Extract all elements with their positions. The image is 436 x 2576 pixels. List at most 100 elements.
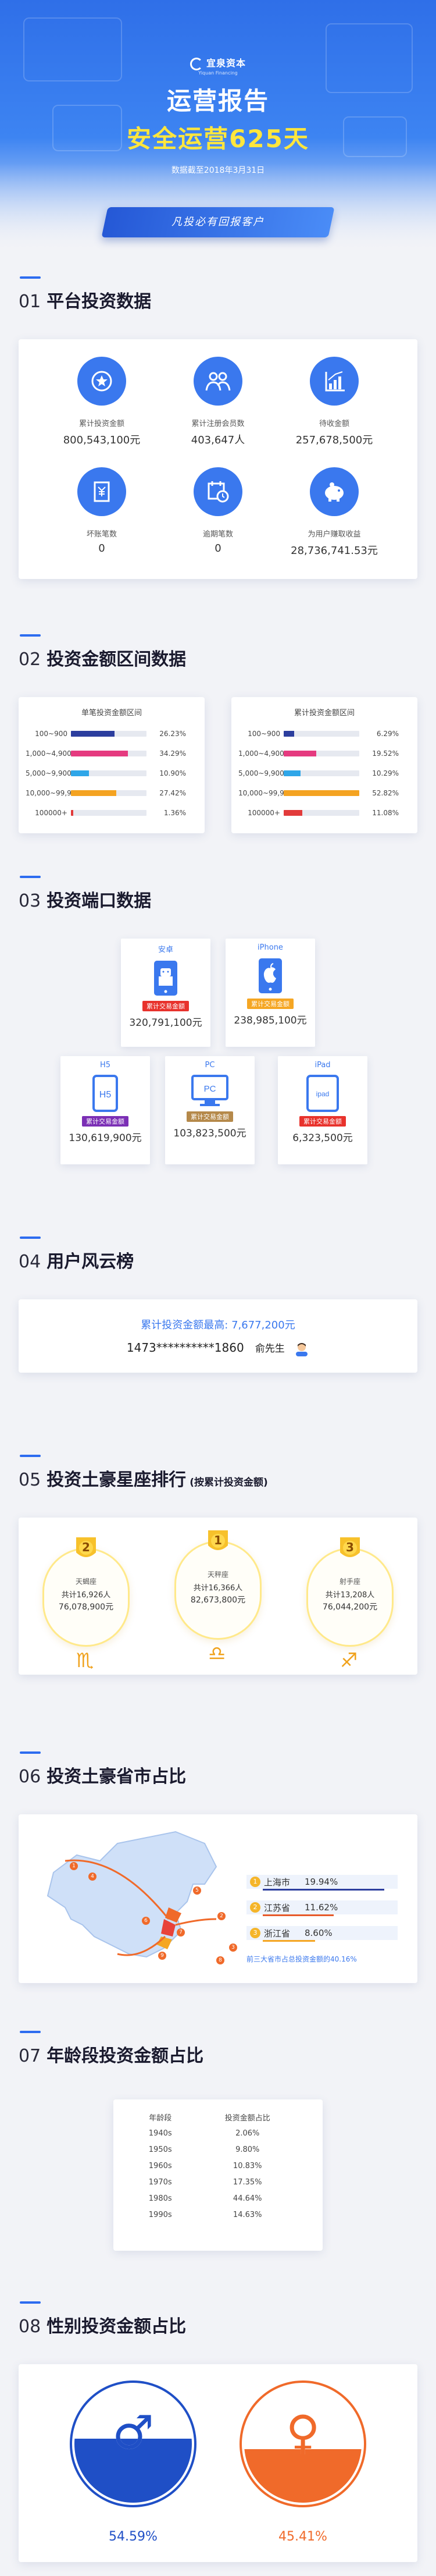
iphone-icon [226, 957, 315, 995]
range-label: 1,000~4,900 [26, 749, 72, 758]
age-table: 年龄段 投资金额占比 1940s 2.06% 1950s 9.80% 1960s 10.83… [131, 2109, 305, 2223]
map-marker: 2 [217, 1912, 226, 1920]
province-bar [263, 1889, 384, 1891]
rank-number: 3 [346, 1540, 354, 1554]
section-subtitle: (按累计投资金额) [190, 1477, 268, 1488]
range-bar-fill [284, 751, 316, 756]
section-title: 01 平台投资数据 [19, 287, 151, 312]
device-card: H5 H5 累计交易金额 130,619,900元 [60, 1056, 150, 1164]
ipad-icon: ipad [278, 1074, 367, 1113]
range-row: 100~900 6.29% [238, 727, 399, 740]
table-row: 1950s 9.80% [131, 2141, 305, 2158]
section-title-text: 性别投资金额占比 [47, 2316, 187, 2337]
female-gauge: ♀ [242, 2383, 364, 2505]
male-pct: 54.59% [109, 2529, 158, 2544]
age-cell: 1960s [148, 2161, 172, 2170]
rank-medal-icon: 3 [337, 1535, 363, 1564]
zodiac-count: 共计16,926人 [61, 1591, 111, 1600]
province-pct: 8.60% [305, 1928, 333, 1938]
map-marker: 3 [229, 1943, 237, 1952]
range-row: 100000+ 1.36% [26, 806, 186, 819]
device-name: H5 [99, 1061, 111, 1070]
zodiac-name: 天蝎座 [75, 1577, 97, 1586]
report-title: 运营报告 [166, 87, 269, 115]
cumulative-range-card: 累计投资金额区间 100~900 6.29% 1,000~4,900 19.52% 5,… [231, 697, 417, 833]
range-card-title: 累计投资金额区间 [294, 709, 355, 717]
stat-label: 坏账笔数 [86, 530, 117, 539]
range-row: 100000+ 11.08% [238, 806, 399, 819]
rank-number: 2 [82, 1540, 90, 1554]
section-title: 07 年龄段投资金额占比 [19, 2041, 203, 2067]
section-title-text: 投资端口数据 [47, 891, 152, 911]
section-number: 05 [19, 1470, 41, 1490]
section-tick [20, 1751, 41, 1754]
range-bar-fill [284, 731, 294, 737]
table-row: 1960s 10.83% [131, 2158, 305, 2174]
range-bar-fill [284, 790, 359, 796]
range-label: 5,000~9,900 [26, 769, 72, 777]
range-pct: 10.90% [159, 769, 186, 777]
rank-medal-icon: 2 [73, 1535, 99, 1564]
stat-item: 累计投资金额 800,543,100元 [44, 417, 160, 447]
age-table-header: 年龄段 投资金额占比 [131, 2109, 305, 2125]
range-bar-track [71, 790, 146, 796]
zodiac-symbol-icon: ♏ [76, 1649, 94, 1672]
range-bar-track [284, 770, 359, 776]
province-card: 123456789 1 上海市 19.94% 2 江苏省 11.62% 3 浙江省 8.60% … [19, 1814, 417, 1983]
section-title-text: 用户风云榜 [47, 1252, 134, 1272]
age-cell: 1970s [148, 2177, 172, 2187]
device-card: PC PC 累计交易金额 103,823,500元 [165, 1056, 255, 1164]
section-tick [20, 876, 41, 878]
report-header: 宜泉资本 Yiquan Financing 运营报告 安全运营625天 数据截至… [0, 0, 436, 250]
age-cell: 1980s [148, 2194, 172, 2203]
share-cell: 2.06% [235, 2129, 260, 2138]
stat-value: 0 [98, 542, 105, 555]
section-number: 08 [19, 2316, 41, 2337]
section-tick [20, 276, 41, 279]
share-col-header: 投资金额占比 [224, 2113, 270, 2123]
map-marker: 7 [177, 1928, 185, 1937]
map-marker: 1 [70, 1862, 78, 1870]
document-yen-icon [77, 467, 126, 516]
section-number: 03 [19, 891, 41, 911]
section-title: 05 投资土豪星座排行 (按累计投资金额) [19, 1465, 268, 1491]
zodiac-count: 共计16,366人 [193, 1584, 243, 1593]
top-user-card: 累计投资金额最高: 7,677,200元 1473**********1860 … [19, 1299, 417, 1373]
range-label: 100000+ [248, 809, 280, 817]
stat-label: 逾期笔数 [202, 530, 233, 539]
stat-value: 0 [215, 542, 221, 555]
section-tick [20, 2031, 41, 2033]
zodiac-card: 天蝎座 共计16,926人 76,078,900元 2 ♏ 天秤座 共计16,366人 82,… [19, 1518, 417, 1675]
range-bar-track [71, 810, 146, 816]
range-bar-track [71, 751, 146, 756]
range-pct: 52.82% [372, 789, 399, 797]
top-user-phone: 1473**********1860 [126, 1341, 244, 1355]
growth-chart-icon [310, 357, 359, 406]
stat-item: 待收金额 257,678,500元 [276, 417, 392, 447]
rank-number: 1 [214, 1533, 222, 1547]
section-title: 03 投资端口数据 [19, 886, 151, 912]
share-cell: 44.64% [233, 2194, 262, 2203]
range-row: 5,000~9,900 10.90% [26, 767, 186, 780]
province-name: 上海市 [264, 1877, 291, 1888]
stat-label: 累计投资金额 [78, 420, 124, 428]
device-pill: 累计交易金额 [82, 1116, 128, 1127]
range-bar-track [71, 770, 146, 776]
section-title: 04 用户风云榜 [19, 1247, 134, 1273]
device-pill: 累计交易金额 [142, 1001, 189, 1011]
range-row: 1,000~4,900 34.29% [26, 747, 186, 760]
zodiac-name: 射手座 [339, 1577, 360, 1586]
device-name: iPad [315, 1061, 331, 1070]
device-amount: 320,791,100元 [129, 1017, 202, 1029]
zodiac-symbol-icon: ♐ [340, 1649, 358, 1672]
users-icon [194, 357, 242, 406]
device-amount: 6,323,500元 [292, 1132, 353, 1144]
share-cell: 17.35% [233, 2177, 262, 2187]
province-note: 前三大省市占总投资金额的40.16% [246, 1955, 357, 1963]
rank-medal-icon: 1 [205, 1528, 231, 1557]
range-bar-fill [71, 770, 90, 776]
range-pct: 19.52% [372, 749, 399, 758]
section-title-text: 投资土豪省市占比 [47, 1767, 187, 1787]
stat-item: 坏账笔数 0 [44, 528, 160, 555]
user-avatar-icon [296, 1342, 308, 1356]
